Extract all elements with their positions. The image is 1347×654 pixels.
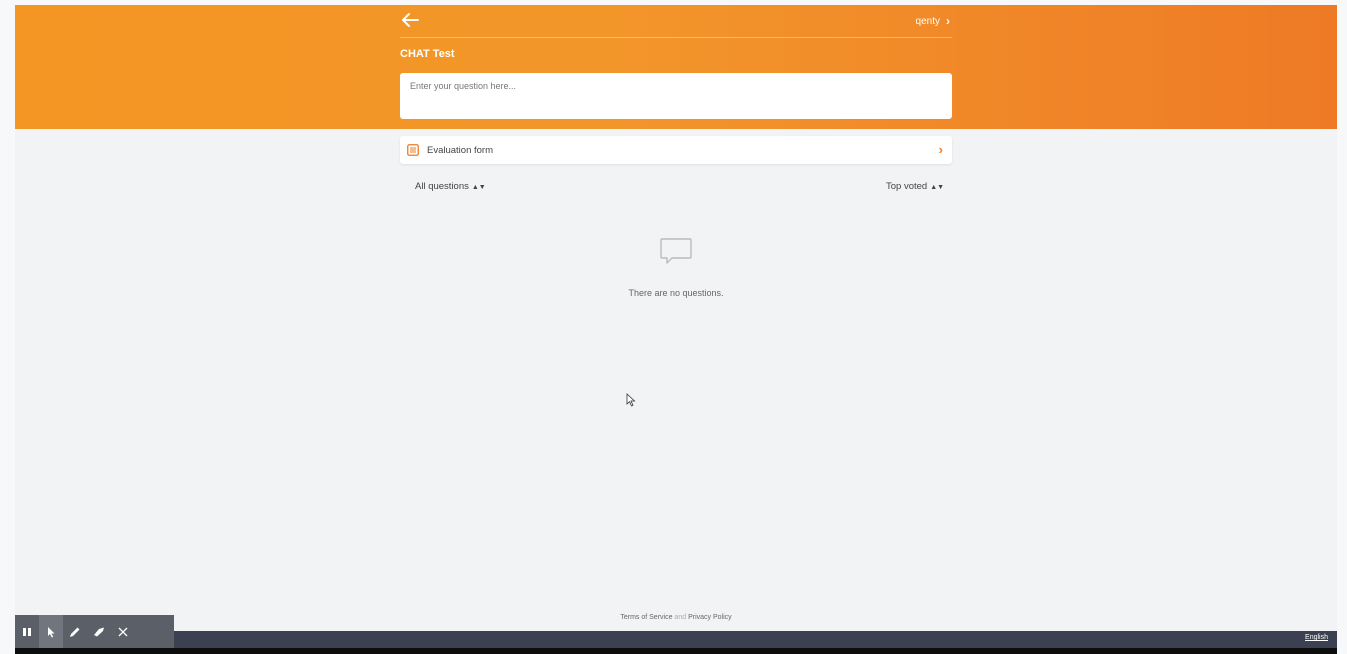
app-frame: qenty › CHAT Test Evaluation form › All … — [15, 5, 1337, 648]
chat-bubble-icon — [660, 238, 692, 264]
user-link[interactable]: qenty › — [916, 14, 950, 28]
mouse-cursor-icon — [626, 393, 636, 407]
sort-arrows-icon: ▲▼ — [471, 184, 486, 191]
eraser-icon — [94, 627, 104, 636]
empty-state-message: There are no questions. — [628, 288, 724, 298]
sort-filter[interactable]: Top voted ▲▼ — [886, 181, 944, 192]
pause-button[interactable] — [15, 615, 39, 648]
bottom-bar: English — [15, 631, 1337, 648]
sort-label: Top voted — [886, 181, 928, 192]
filter-label: All questions — [415, 181, 469, 192]
top-nav: qenty › — [400, 5, 952, 38]
screen-bottom-edge — [15, 648, 1337, 654]
form-list-icon — [407, 144, 419, 156]
terms-link[interactable]: Terms of Service — [620, 614, 672, 621]
evaluation-form-label: Evaluation form — [427, 144, 494, 156]
event-title: CHAT Test — [400, 48, 455, 60]
evaluation-form-link[interactable]: Evaluation form › — [400, 136, 952, 164]
pointer-tool-button[interactable] — [39, 615, 63, 648]
arrow-left-icon[interactable] — [400, 11, 420, 29]
annotation-toolbar — [15, 615, 174, 648]
user-name: qenty — [915, 15, 940, 27]
pause-icon — [23, 627, 31, 636]
eraser-tool-button[interactable] — [87, 615, 111, 648]
sort-arrows-icon: ▲▼ — [930, 184, 945, 191]
privacy-link[interactable]: Privacy Policy — [688, 614, 732, 621]
footer-links: Terms of Service and Privacy Policy — [400, 614, 952, 621]
close-toolbar-button[interactable] — [111, 615, 135, 648]
close-icon — [118, 627, 128, 636]
chevron-right-icon: › — [938, 142, 943, 157]
pen-tool-button[interactable] — [63, 615, 87, 648]
chevron-right-icon: › — [946, 14, 950, 28]
footer-and: and — [674, 614, 687, 621]
pen-icon — [70, 627, 80, 637]
question-input[interactable] — [400, 73, 952, 119]
pointer-icon — [48, 626, 55, 637]
all-questions-filter[interactable]: All questions ▲▼ — [415, 181, 486, 192]
language-selector[interactable]: English — [1305, 634, 1328, 641]
